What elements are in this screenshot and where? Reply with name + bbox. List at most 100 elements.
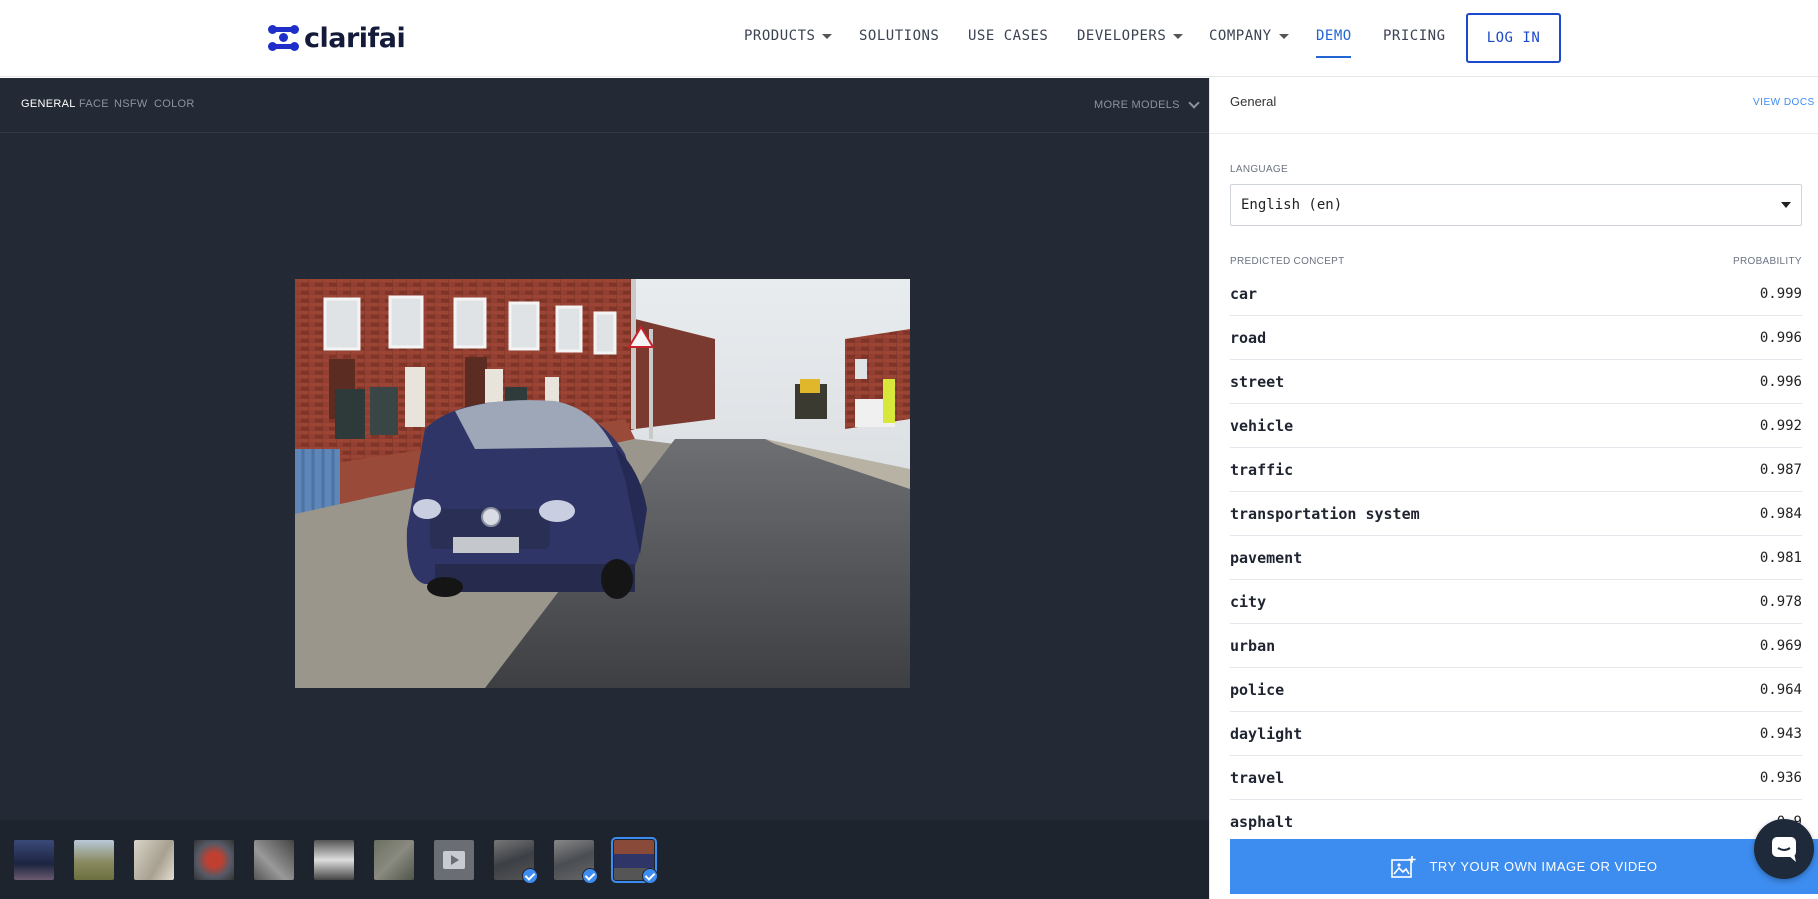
nav-developers-label: DEVELOPERS: [1077, 28, 1167, 44]
nav-company-label: COMPANY: [1209, 28, 1272, 44]
concept-row: traffic 0.987: [1230, 448, 1802, 492]
caret-down-icon: [1278, 33, 1289, 39]
more-models-label: MORE MODELS: [1094, 99, 1180, 111]
model-tab-nsfw[interactable]: NSFW: [114, 98, 148, 110]
predictions-panel: General VIEW DOCS LANGUAGE English (en) …: [1209, 78, 1818, 899]
concept-row: urban 0.969: [1230, 624, 1802, 668]
language-select[interactable]: English (en): [1230, 184, 1802, 226]
thumbnail-4[interactable]: [194, 840, 234, 880]
try-button-label: TRY YOUR OWN IMAGE OR VIDEO: [1429, 859, 1658, 874]
clarifai-logo[interactable]: clarifai: [268, 20, 406, 56]
concept-name: city: [1230, 592, 1267, 611]
concept-name: street: [1230, 372, 1285, 391]
probability-column-header: PROBABILITY: [1733, 256, 1802, 267]
nav-use-cases[interactable]: USE CASES: [968, 28, 1048, 44]
caret-down-icon: [1173, 33, 1184, 39]
concept-list: car 0.999 road 0.996 street 0.996 vehicle 0.…: [1230, 272, 1802, 844]
concept-row: daylight 0.943: [1230, 712, 1802, 756]
concept-row: travel 0.936: [1230, 756, 1802, 800]
concept-name: pavement: [1230, 548, 1303, 567]
chevron-down-icon: [1188, 97, 1200, 109]
concept-row: pavement 0.981: [1230, 536, 1802, 580]
site-header: clarifai PRODUCTS SOLUTIONS USE CASES DE…: [0, 0, 1818, 77]
check-icon: [582, 868, 598, 884]
concept-name: urban: [1230, 636, 1276, 655]
concept-name: traffic: [1230, 460, 1294, 479]
sample-thumbnails: [0, 820, 1209, 899]
concept-row: car 0.999: [1230, 272, 1802, 316]
thumbnail-5[interactable]: [254, 840, 294, 880]
thumbnail-8-video[interactable]: [434, 840, 474, 880]
model-selector-bar: GENERAL FACE NSFW COLOR MORE MODELS: [0, 78, 1209, 133]
more-models-dropdown[interactable]: MORE MODELS: [1094, 97, 1200, 111]
concept-probability: 0.969: [1759, 637, 1802, 654]
demo-viewer: GENERAL FACE NSFW COLOR MORE MODELS: [0, 78, 1209, 899]
chat-launcher[interactable]: [1754, 819, 1814, 879]
panel-title: General: [1230, 94, 1277, 109]
concept-row: street 0.996: [1230, 360, 1802, 404]
concept-name: vehicle: [1230, 416, 1294, 435]
clarifai-logo-icon: [268, 23, 300, 53]
concept-row: asphalt0.9: [1230, 800, 1802, 844]
concept-probability: 0.936: [1759, 769, 1802, 786]
thumbnail-3[interactable]: [134, 840, 174, 880]
concept-probability: 0.943: [1759, 725, 1802, 742]
nav-developers[interactable]: DEVELOPERS: [1077, 28, 1184, 44]
concept-row: transportation system 0.984: [1230, 492, 1802, 536]
thumbnail-6[interactable]: [314, 840, 354, 880]
concept-name: travel: [1230, 768, 1285, 787]
concept-row: vehicle 0.992: [1230, 404, 1802, 448]
concept-column-header: PREDICTED CONCEPT: [1230, 256, 1345, 267]
concept-row: city 0.978: [1230, 580, 1802, 624]
concept-row: road 0.996: [1230, 316, 1802, 360]
try-own-image-button[interactable]: TRY YOUR OWN IMAGE OR VIDEO: [1230, 839, 1818, 894]
concept-name: daylight: [1230, 724, 1303, 743]
login-button[interactable]: LOG IN: [1466, 13, 1561, 63]
language-value: English (en): [1241, 197, 1343, 213]
street-car-photo: [295, 279, 910, 688]
thumbnail-1[interactable]: [14, 840, 54, 880]
check-icon: [642, 868, 658, 884]
nav-use-cases-label: USE CASES: [968, 28, 1049, 44]
nav-pricing-label: PRICING: [1383, 28, 1446, 44]
thumbnail-7[interactable]: [374, 840, 414, 880]
concept-name: asphalt: [1230, 812, 1294, 831]
caret-down-icon: [822, 33, 833, 39]
model-tab-general[interactable]: GENERAL: [21, 98, 76, 110]
model-tab-face[interactable]: FACE: [79, 98, 109, 110]
concept-name: car: [1230, 284, 1258, 303]
concept-probability: 0.984: [1759, 505, 1802, 522]
model-tab-color[interactable]: COLOR: [154, 98, 195, 110]
image-upload-icon: [1391, 855, 1416, 878]
chat-icon: [1772, 837, 1796, 862]
concept-name: transportation system: [1230, 504, 1420, 523]
concept-probability: 0.978: [1759, 593, 1802, 610]
nav-solutions[interactable]: SOLUTIONS: [859, 28, 939, 44]
nav-active-underline: [1316, 56, 1351, 58]
concept-probability: 0.964: [1759, 681, 1802, 698]
concept-probability: 0.999: [1759, 285, 1802, 302]
nav-products[interactable]: PRODUCTS: [744, 28, 833, 44]
concept-row: police 0.964: [1230, 668, 1802, 712]
nav-company[interactable]: COMPANY: [1209, 28, 1289, 44]
nav-solutions-label: SOLUTIONS: [859, 28, 940, 44]
logo-text: clarifai: [304, 22, 406, 54]
nav-products-label: PRODUCTS: [744, 28, 816, 44]
thumbnail-2[interactable]: [74, 840, 114, 880]
concept-probability: 0.996: [1759, 329, 1802, 346]
concept-probability: 0.987: [1759, 461, 1802, 478]
concept-name: road: [1230, 328, 1267, 347]
concept-probability: 0.992: [1759, 417, 1802, 434]
nav-demo-label: DEMO: [1316, 28, 1352, 44]
analyzed-image: [295, 279, 910, 688]
concept-probability: 0.981: [1759, 549, 1802, 566]
nav-pricing[interactable]: PRICING: [1383, 28, 1446, 44]
concept-name: police: [1230, 680, 1285, 699]
language-label: LANGUAGE: [1230, 164, 1288, 175]
caret-down-icon: [1781, 202, 1791, 208]
view-docs-link[interactable]: VIEW DOCS: [1753, 97, 1815, 108]
nav-demo[interactable]: DEMO: [1316, 28, 1352, 44]
concept-probability: 0.996: [1759, 373, 1802, 390]
check-icon: [522, 868, 538, 884]
play-icon: [443, 851, 465, 869]
